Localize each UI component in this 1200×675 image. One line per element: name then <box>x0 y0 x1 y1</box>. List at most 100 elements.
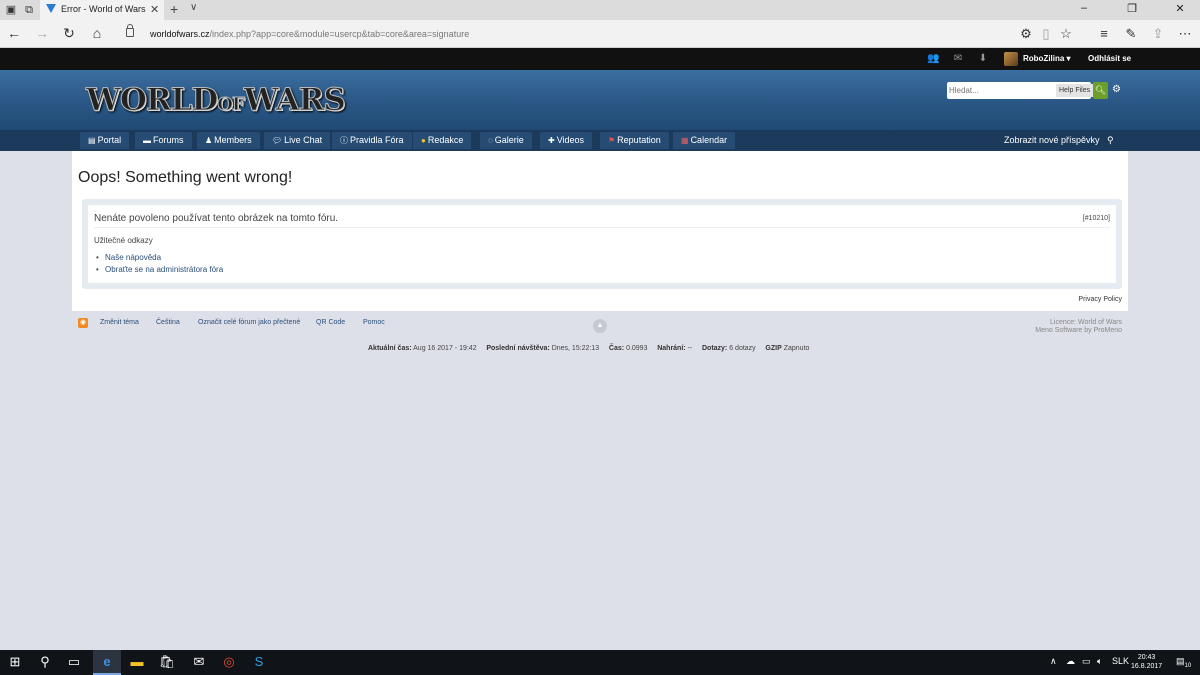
notification-count: 10 <box>1184 662 1192 669</box>
divider <box>94 227 1110 228</box>
onedrive-icon[interactable]: ☁ <box>1066 656 1075 667</box>
nav-videos[interactable]: ✚ Videos <box>540 132 593 149</box>
stat-label: Čas: <box>608 345 625 352</box>
stat-label: Aktuální čas: <box>368 345 412 352</box>
input-language[interactable]: SLK <box>1112 656 1129 666</box>
friends-icon[interactable]: 👥 <box>927 53 939 65</box>
minimize-icon[interactable]: – <box>1074 2 1094 14</box>
messages-icon[interactable]: ✉ <box>952 53 964 65</box>
network-icon[interactable]: ▭ <box>1082 656 1091 667</box>
favorite-star-icon[interactable]: ☆ <box>1057 26 1075 42</box>
chevron-up-icon[interactable]: ∧ <box>1050 656 1057 667</box>
nav-calendar[interactable]: ▦ Calendar <box>673 132 736 149</box>
stat-value: -- <box>687 345 693 352</box>
stat-label: GZIP <box>765 345 782 352</box>
search-input[interactable] <box>949 83 1053 97</box>
language-link[interactable]: Čeština <box>156 319 180 326</box>
site-favicon-icon <box>46 4 56 13</box>
nav-redakce[interactable]: ● Redakce <box>413 132 472 149</box>
reading-view-icon[interactable]: ▯ <box>1037 26 1055 42</box>
nav-label: Members <box>214 135 252 145</box>
url-path: /index.php?app=core&module=usercp&tab=co… <box>209 29 470 39</box>
forward-arrow-icon[interactable]: → <box>33 25 51 41</box>
nav-members[interactable]: ♟ Members <box>197 132 260 149</box>
more-icon[interactable]: ⋯ <box>1176 26 1194 42</box>
rss-icon[interactable]: ◉ <box>78 318 88 328</box>
nav-live-chat[interactable]: 💬︎ Live Chat <box>264 132 331 149</box>
reputation-icon: ⚑ <box>608 136 616 145</box>
contact-admin-link[interactable]: Obraťte se na administrátora fóra <box>96 265 223 274</box>
refresh-icon[interactable]: ↻ <box>60 25 78 42</box>
portal-icon: ▤ <box>88 136 96 145</box>
clock-date: 16.8.2017 <box>1131 663 1163 670</box>
close-window-icon[interactable]: ✕ <box>1170 2 1190 15</box>
gear-icon[interactable]: ⚙ <box>1112 84 1121 95</box>
mail-icon[interactable]: ✉ <box>190 653 208 671</box>
stat-value: Zapnuto <box>783 345 810 352</box>
view-new-posts-link[interactable]: Zobrazit nové příspěvky <box>1004 135 1100 145</box>
site-logo[interactable]: WORLDOFWARS <box>85 80 346 120</box>
change-theme-link[interactable]: Změnit téma <box>100 319 139 326</box>
edge-taskbar-button[interactable]: e <box>93 650 121 675</box>
user-bar: 👥 ✉ ⬇ RoboZilina ▾ Odhlásit se <box>0 48 1200 70</box>
main-content: Oops! Something went wrong! Nenáte povol… <box>72 151 1128 311</box>
url-field[interactable]: worldofwars.cz/index.php?app=core&module… <box>150 29 469 39</box>
search-icon[interactable]: 🔍︎ <box>1093 82 1108 99</box>
nav-pravidla-fora[interactable]: ⓘ Pravidla Fóra <box>332 132 412 149</box>
search-scope-selector[interactable]: Help Files <box>1056 84 1094 97</box>
volume-icon[interactable]: 🔈︎ <box>1097 656 1102 667</box>
task-view-icon[interactable]: ▭ <box>65 653 83 671</box>
share-icon[interactable]: ⇪ <box>1149 26 1167 42</box>
privacy-policy-link[interactable]: Privacy Policy <box>1078 296 1122 303</box>
smiley-icon: ● <box>421 136 426 145</box>
close-tab-icon[interactable]: ✕ <box>150 3 159 16</box>
home-icon[interactable]: ⌂ <box>88 25 106 41</box>
nav-label: Pravidla Fóra <box>350 135 404 145</box>
chrome-icon[interactable]: ◎ <box>220 653 238 671</box>
mark-all-read-link[interactable]: Označit celé fórum jako přečtené <box>198 319 300 326</box>
stat-value: 6 dotazy <box>729 345 756 352</box>
nav-label: Videos <box>556 135 585 145</box>
url-host: worldofwars.cz <box>150 29 210 39</box>
error-message-panel: Nenáte povoleno používat tento obrázek n… <box>88 205 1116 283</box>
store-icon[interactable]: 🛍︎ <box>158 653 176 671</box>
action-center-icon[interactable]: ▤10 <box>1176 656 1191 669</box>
window-controls: – ❐ ✕ <box>1060 0 1200 20</box>
notifications-icon[interactable]: ⬇ <box>977 53 989 65</box>
username-menu[interactable]: RoboZilina ▾ <box>1023 54 1071 63</box>
back-to-top-icon[interactable]: ▲ <box>593 319 607 333</box>
set-aside-tabs-icon[interactable]: ⧉ <box>21 2 37 18</box>
file-explorer-icon[interactable]: ▬ <box>128 653 146 671</box>
page-title: Oops! Something went wrong! <box>78 169 293 186</box>
hub-icon[interactable]: ≡ <box>1095 26 1113 41</box>
map-pin-icon[interactable]: ⚲ <box>1107 135 1114 146</box>
site-header: WORLDOFWARS Help Files <box>0 70 1200 130</box>
nav-label: Reputation <box>617 135 661 145</box>
clock[interactable]: 20:43 16.8.2017 <box>1131 653 1162 671</box>
qr-code-link[interactable]: QR Code <box>316 319 345 326</box>
windows-start-icon[interactable]: ⊞ <box>6 653 24 671</box>
stat-label: Poslední návštěva: <box>486 345 550 352</box>
tab-preview-icon[interactable]: ▣ <box>3 2 19 18</box>
new-tab-icon[interactable]: + <box>170 1 178 17</box>
nav-forums[interactable]: ▬ Forums <box>135 132 192 149</box>
help-link[interactable]: Naše nápověda <box>96 253 161 262</box>
gallery-icon: ◌ <box>488 136 493 145</box>
logout-link[interactable]: Odhlásit se <box>1088 54 1131 63</box>
nav-reputation[interactable]: ⚑ Reputation <box>600 132 669 149</box>
back-arrow-icon[interactable]: ← <box>5 25 23 41</box>
skype-icon[interactable]: S <box>250 653 268 671</box>
chevron-down-icon[interactable]: ∨ <box>190 2 197 13</box>
browser-tab-bar: ▣ ⧉ Error - World of Wars ✕ + ∨ – ❐ ✕ <box>0 0 1200 20</box>
nav-galerie[interactable]: ◌ Galerie <box>480 132 532 149</box>
error-message: Nenáte povoleno používat tento obrázek n… <box>94 213 339 224</box>
restore-icon[interactable]: ❐ <box>1122 2 1142 15</box>
nav-portal[interactable]: ▤ Portal <box>80 132 130 149</box>
address-bar: ← → ↻ ⌂ worldofwars.cz/index.php?app=cor… <box>0 20 1200 48</box>
help-footer-link[interactable]: Pomoc <box>363 319 385 326</box>
search-icon[interactable]: ⚲ <box>36 653 54 671</box>
extension-icon[interactable]: ⚙ <box>1017 26 1035 42</box>
tab-active[interactable]: Error - World of Wars ✕ <box>40 0 164 20</box>
avatar[interactable] <box>1004 52 1018 66</box>
web-note-icon[interactable]: ✎ <box>1122 26 1140 42</box>
